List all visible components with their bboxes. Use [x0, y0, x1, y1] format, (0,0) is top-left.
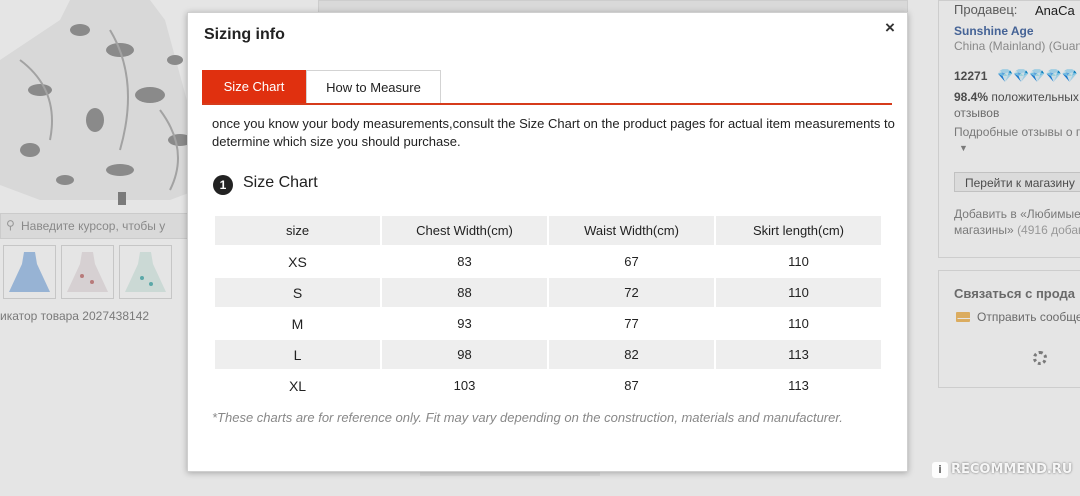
- dialog-title: Sizing info: [204, 26, 285, 43]
- tab-size-chart[interactable]: Size Chart: [202, 70, 306, 105]
- close-icon[interactable]: ×: [885, 18, 895, 38]
- table-row: L 98 82 113: [215, 340, 881, 369]
- column-header-waist: Waist Width(cm): [549, 216, 714, 245]
- column-header-skirt-length: Skirt length(cm): [716, 216, 881, 245]
- table-header-row: size Chest Width(cm) Waist Width(cm) Ski…: [215, 216, 881, 245]
- size-cell: XS: [215, 247, 380, 276]
- watermark-logo-icon: i: [932, 462, 948, 478]
- size-chart-intro: once you know your body measurements,con…: [212, 116, 895, 149]
- column-header-chest: Chest Width(cm): [382, 216, 547, 245]
- table-row: S 88 72 110: [215, 278, 881, 307]
- size-cell: L: [215, 340, 380, 369]
- size-chart-table: size Chest Width(cm) Waist Width(cm) Ski…: [213, 214, 883, 402]
- waist-cell: 82: [549, 340, 714, 369]
- column-header-size: size: [215, 216, 380, 245]
- size-cell: S: [215, 278, 380, 307]
- skirt-length-cell: 110: [716, 309, 881, 338]
- size-cell: XL: [215, 371, 380, 400]
- watermark: i RECOMMEND.RU: [932, 462, 1072, 478]
- skirt-length-cell: 113: [716, 371, 881, 400]
- size-cell: M: [215, 309, 380, 338]
- skirt-length-cell: 113: [716, 340, 881, 369]
- chest-cell: 83: [382, 247, 547, 276]
- chest-cell: 88: [382, 278, 547, 307]
- skirt-length-cell: 110: [716, 247, 881, 276]
- waist-cell: 72: [549, 278, 714, 307]
- table-row: M 93 77 110: [215, 309, 881, 338]
- waist-cell: 87: [549, 371, 714, 400]
- step-number-badge: 1: [213, 175, 233, 195]
- table-row: XS 83 67 110: [215, 247, 881, 276]
- section-title: Size Chart: [243, 174, 318, 191]
- skirt-length-cell: 110: [716, 278, 881, 307]
- waist-cell: 77: [549, 309, 714, 338]
- table-row: XL 103 87 113: [215, 371, 881, 400]
- chest-cell: 98: [382, 340, 547, 369]
- waist-cell: 67: [549, 247, 714, 276]
- tab-how-to-measure[interactable]: How to Measure: [306, 70, 441, 105]
- chest-cell: 93: [382, 309, 547, 338]
- tabs-underline: [202, 103, 892, 105]
- size-chart-disclaimer: *These charts are for reference only. Fi…: [212, 410, 843, 425]
- watermark-text: RECOMMEND.RU: [951, 462, 1073, 477]
- chest-cell: 103: [382, 371, 547, 400]
- sizing-info-dialog: Sizing info × Size Chart How to Measure …: [187, 12, 908, 472]
